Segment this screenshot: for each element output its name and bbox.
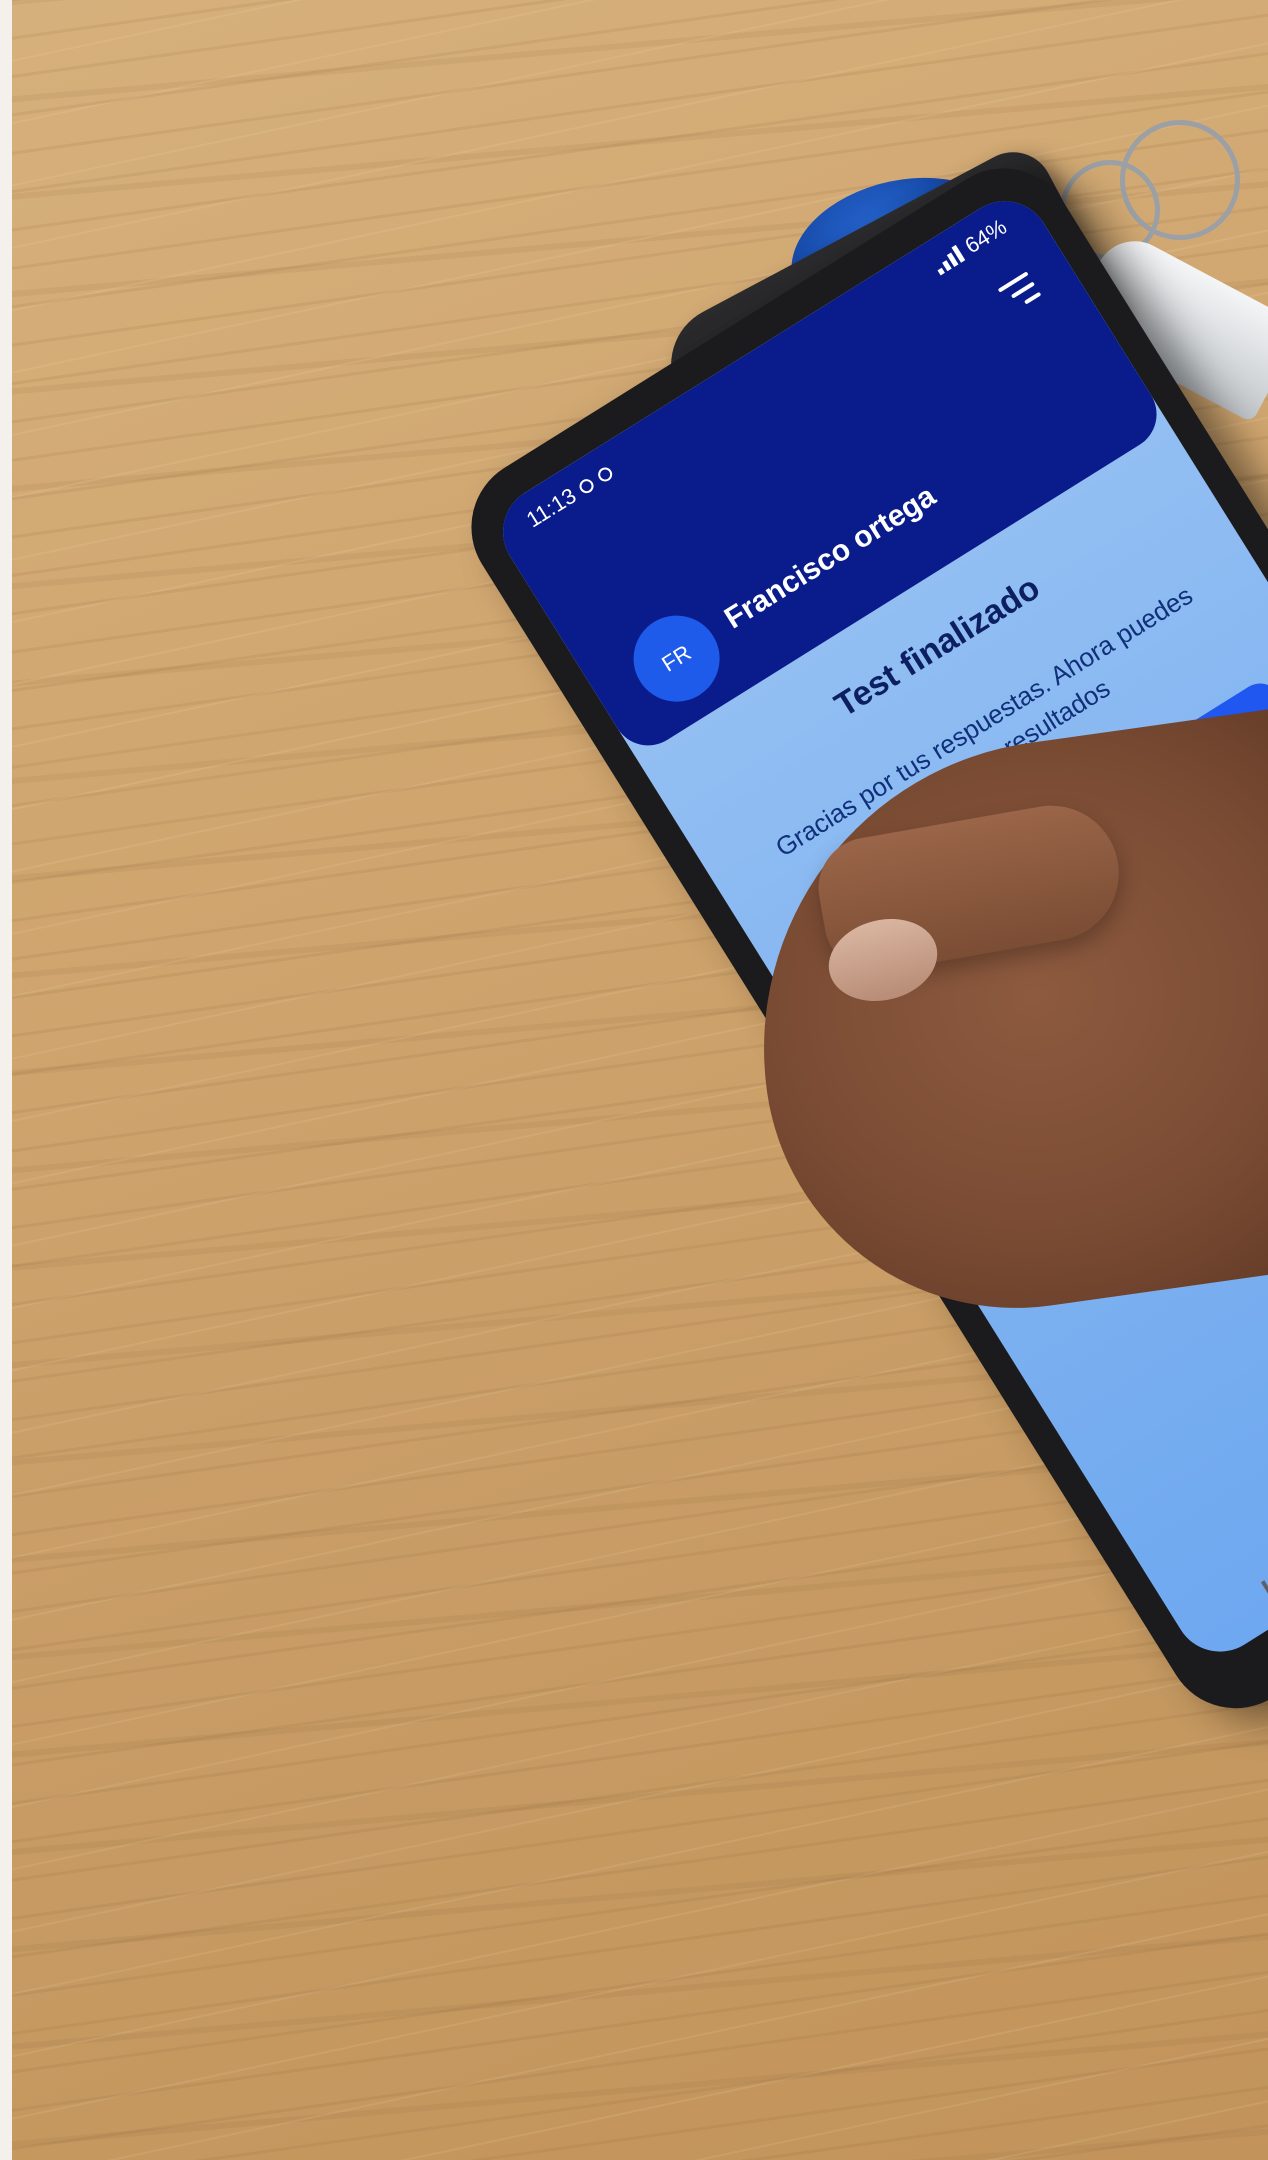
avatar[interactable]: FR xyxy=(617,599,736,718)
system-nav-bar xyxy=(1177,1290,1268,1657)
status-time: 11:13 xyxy=(521,482,581,533)
battery-level: 64% xyxy=(960,213,1011,259)
avatar-initials: FR xyxy=(657,639,696,677)
user-name: Francisco ortega xyxy=(718,479,942,636)
notification-icon xyxy=(577,476,597,496)
signal-icon xyxy=(931,244,966,276)
photo-border xyxy=(0,0,12,2160)
menu-icon[interactable] xyxy=(997,271,1042,313)
notification-icon xyxy=(595,464,616,484)
photo-scene: FR Francisco ortega 11:13 64% Test final… xyxy=(0,0,1268,2160)
recent-apps-icon[interactable] xyxy=(1260,1569,1268,1600)
